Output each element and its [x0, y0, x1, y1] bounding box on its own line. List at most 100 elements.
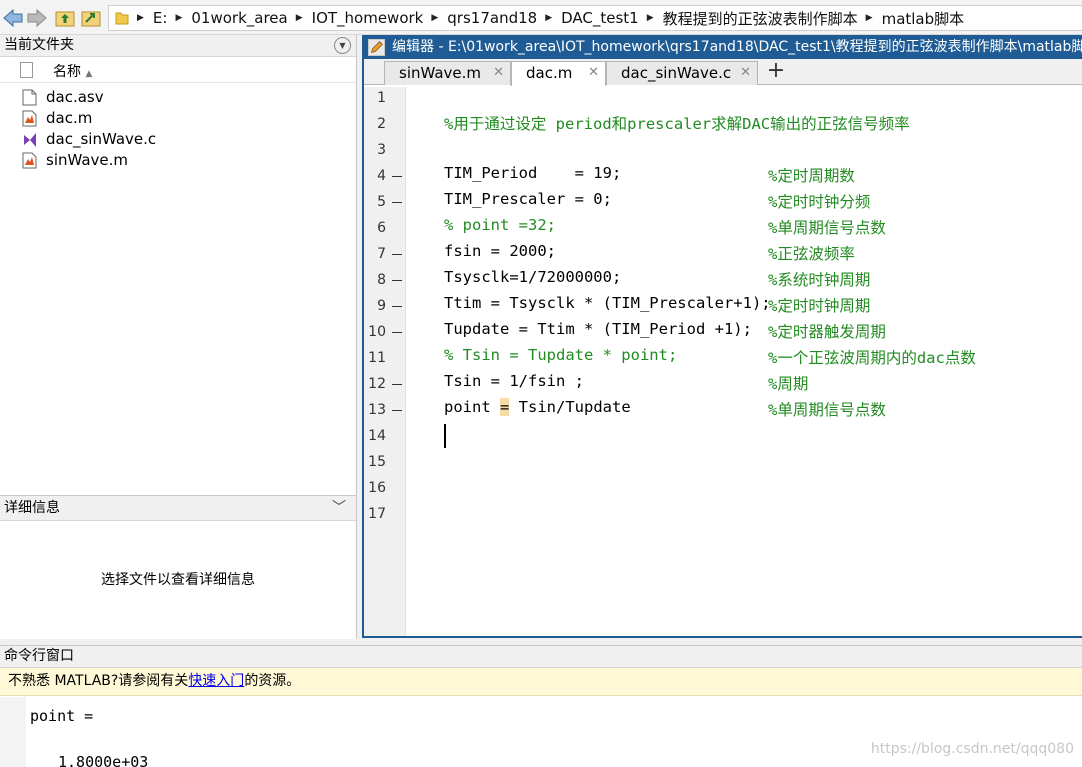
breakpoint-marker[interactable] — [392, 306, 402, 307]
sort-ascending-icon: ▲ — [85, 69, 93, 79]
file-list-item[interactable]: sinWave.m — [0, 150, 356, 171]
code-line: Tsin = 1/fsin ; — [444, 372, 584, 390]
breakpoint-marker[interactable] — [392, 280, 402, 281]
line-number: 12 — [368, 376, 386, 392]
code-comment: %定时器触发周期 — [768, 323, 886, 341]
code-comment: % Tsin = Tupdate * point; — [444, 346, 678, 364]
breadcrumb-separator-icon: ▶ — [865, 13, 873, 23]
back-arrow-icon[interactable] — [2, 7, 24, 29]
tab-label: sinWave.m — [399, 64, 482, 82]
new-tab-button[interactable]: + — [760, 60, 792, 84]
code-line: point = Tsin/Tupdate — [444, 398, 631, 416]
code-comment: %单周期信号点数 — [768, 219, 886, 237]
current-folder-title: 当前文件夹 ▼ — [0, 35, 356, 57]
line-number: 16 — [368, 480, 386, 496]
breadcrumb-item[interactable]: 教程提到的正弦波表制作脚本 — [663, 8, 858, 29]
line-number: 5 — [377, 194, 386, 210]
chevron-down-icon[interactable]: ﹀ — [332, 496, 346, 520]
breadcrumb-item[interactable]: 01work_area — [191, 9, 287, 27]
line-number: 15 — [368, 454, 386, 470]
up-folder-icon[interactable] — [54, 7, 76, 29]
code-comment: %一个正弦波周期内的dac点数 — [768, 349, 976, 367]
code-line: Tupdate = Ttim * (TIM_Period +1); — [444, 320, 752, 338]
folder-icon — [115, 12, 129, 25]
close-icon[interactable]: ✕ — [740, 62, 751, 84]
line-number: 1 — [377, 90, 386, 106]
breakpoint-marker[interactable] — [392, 384, 402, 385]
line-number: 6 — [377, 220, 386, 236]
code-line: Ttim = Tsysclk * (TIM_Prescaler+1); — [444, 294, 771, 312]
file-list-item[interactable]: dac.asv — [0, 87, 356, 108]
editor-title-text: 编辑器 - E:\01work_area\IOT_homework\qrs17a… — [392, 39, 1082, 55]
command-window: 命令行窗口 不熟悉 MATLAB?请参阅有关快速入门的资源。 point = 1… — [0, 645, 1082, 767]
line-number: 14 — [368, 428, 386, 444]
command-output-line: 1.8000e+03 — [58, 753, 149, 767]
line-number: 7 — [377, 246, 386, 262]
editor-title-bar: 编辑器 - E:\01work_area\IOT_homework\qrs17a… — [364, 37, 1082, 59]
file-list-item[interactable]: dac.m — [0, 108, 356, 129]
line-number: 2 — [377, 116, 386, 132]
line-number: 9 — [377, 298, 386, 314]
breakpoint-marker[interactable] — [392, 254, 402, 255]
line-number: 8 — [377, 272, 386, 288]
close-icon[interactable]: ✕ — [493, 62, 504, 84]
details-message: 选择文件以查看详细信息 — [101, 572, 255, 588]
breadcrumb-separator-icon: ▶ — [137, 13, 144, 23]
breadcrumb-item[interactable]: matlab脚本 — [882, 8, 965, 29]
code-line: fsin = 2000; — [444, 242, 556, 260]
code-line: TIM_Period = 19; — [444, 164, 622, 182]
matlab-script-icon — [22, 110, 37, 127]
file-type-column-icon — [20, 62, 33, 78]
address-toolbar: ▶ E: ▶ 01work_area ▶ IOT_homework ▶ qrs1… — [0, 0, 1082, 35]
file-name: dac_sinWave.c — [46, 130, 157, 148]
tab-dac-sinwave-c[interactable]: dac_sinWave.c ✕ — [606, 61, 758, 85]
editor-tab-bar: sinWave.m ✕ dac.m ✕ dac_sinWave.c ✕ + — [364, 59, 1082, 86]
breadcrumb-item[interactable]: IOT_homework — [312, 9, 424, 27]
quick-start-link[interactable]: 快速入门 — [188, 673, 244, 689]
code-comment: %用于通过设定 period和prescaler求解DAC输出的正弦信号频率 — [444, 115, 910, 133]
matlab-script-icon — [22, 152, 37, 169]
breadcrumb-item[interactable]: DAC_test1 — [561, 9, 639, 27]
file-list-item[interactable]: dac_sinWave.c — [0, 129, 356, 150]
path-field[interactable]: ▶ E: ▶ 01work_area ▶ IOT_homework ▶ qrs1… — [108, 5, 1082, 31]
tab-label: dac.m — [526, 64, 573, 82]
line-number: 13 — [368, 402, 386, 418]
editor-pencil-icon — [368, 39, 385, 56]
breakpoint-marker[interactable] — [392, 332, 402, 333]
command-window-title: 命令行窗口 — [0, 646, 1082, 668]
line-number-gutter: 1 2 3 4 5 6 7 8 9 10 11 12 13 14 15 16 1… — [364, 87, 406, 636]
tab-sinwave-m[interactable]: sinWave.m ✕ — [384, 61, 511, 85]
code-comment: %定时周期数 — [768, 167, 855, 185]
code-line: Tsysclk=1/72000000; — [444, 268, 622, 286]
details-panel-header[interactable]: 详细信息 ﹀ — [0, 495, 356, 521]
close-icon[interactable]: ✕ — [588, 62, 599, 84]
forward-arrow-icon[interactable] — [26, 7, 48, 29]
code-comment: %定时时钟周期 — [768, 297, 871, 315]
tab-dac-m[interactable]: dac.m ✕ — [511, 61, 606, 86]
line-number: 3 — [377, 142, 386, 158]
line-number: 10 — [368, 324, 386, 340]
breadcrumb-separator-icon: ▶ — [545, 13, 553, 23]
name-column-header[interactable]: 名称 ▲ — [53, 61, 92, 81]
breakpoint-marker[interactable] — [392, 410, 402, 411]
text-cursor — [444, 424, 446, 448]
line-number: 17 — [368, 506, 386, 522]
code-comment: %系统时钟周期 — [768, 271, 871, 289]
file-list-header[interactable]: 名称 ▲ — [0, 57, 356, 83]
breakpoint-marker[interactable] — [392, 176, 402, 177]
code-comment: %周期 — [768, 375, 809, 393]
code-line: TIM_Prescaler = 0; — [444, 190, 612, 208]
panel-actions-icon[interactable]: ▼ — [334, 37, 351, 54]
breakpoint-marker[interactable] — [392, 202, 402, 203]
current-folder-panel: 当前文件夹 ▼ 名称 ▲ dac.asv dac.m dac_sinWave.c… — [0, 35, 357, 639]
breadcrumb-separator-icon: ▶ — [175, 13, 183, 23]
command-output-line: point = — [30, 707, 94, 725]
browse-folder-icon[interactable] — [80, 7, 102, 29]
code-comment: %单周期信号点数 — [768, 401, 886, 419]
breadcrumb-item[interactable]: qrs17and18 — [447, 9, 537, 27]
getting-started-tip: 不熟悉 MATLAB?请参阅有关快速入门的资源。 — [0, 668, 1082, 696]
breadcrumb-item[interactable]: E: — [153, 9, 168, 27]
breadcrumb-separator-icon: ▶ — [431, 13, 439, 23]
text-file-icon — [22, 89, 37, 106]
code-editor-area[interactable]: %用于通过设定 period和prescaler求解DAC输出的正弦信号频率 T… — [407, 87, 1082, 636]
